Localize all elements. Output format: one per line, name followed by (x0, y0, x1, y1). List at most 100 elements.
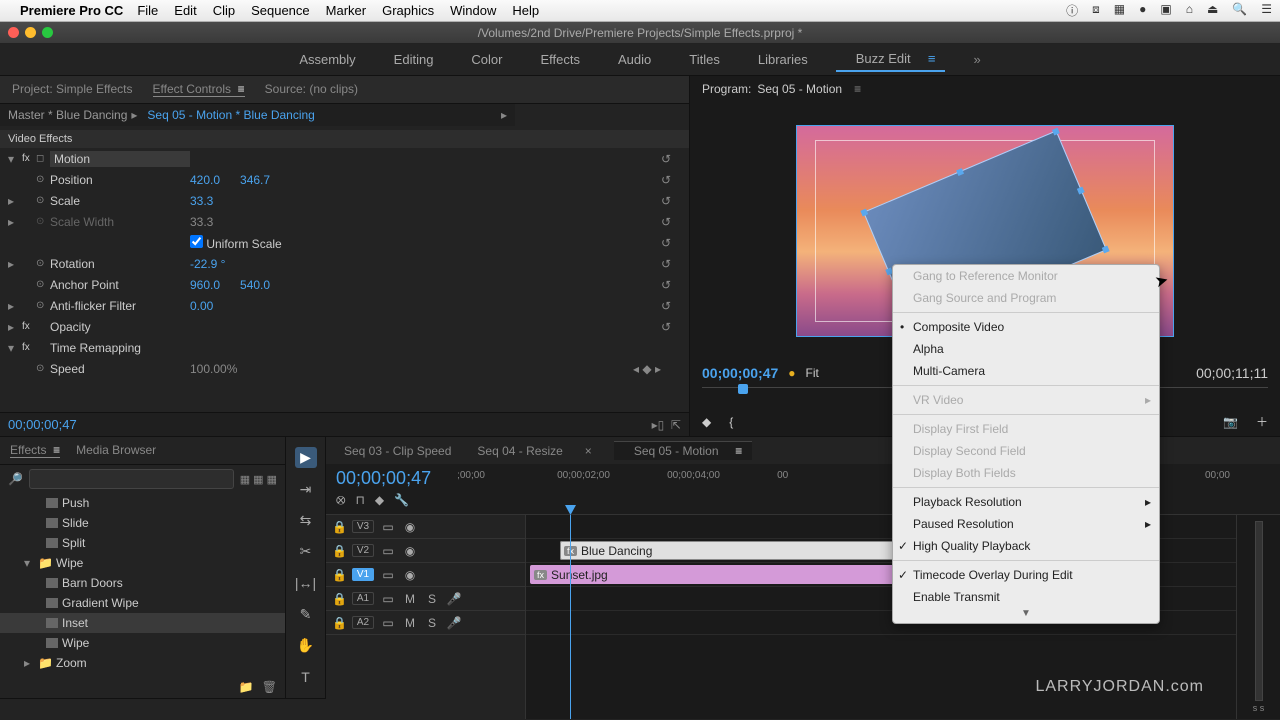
track-v3-header[interactable]: 🔒 V3 ▭ ◉ (326, 515, 525, 539)
ripple-tool[interactable]: ⇆ (295, 510, 317, 531)
menu-paused-resolution[interactable]: Paused Resolution (893, 513, 1159, 535)
track-a1-header[interactable]: 🔒 A1 ▭ M S 🎤 (326, 587, 525, 611)
menu-high-quality[interactable]: High Quality Playback (893, 535, 1159, 557)
mic-icon[interactable]: 🎤 (446, 616, 462, 630)
track-select-tool[interactable]: ⇥ (295, 478, 317, 499)
program-timecode-left[interactable]: 00;00;00;47 (702, 365, 778, 381)
toggle-output-icon[interactable]: ▭ (380, 568, 396, 582)
trash-icon[interactable]: 🗑 (262, 680, 277, 694)
ws-effects[interactable]: Effects (531, 48, 591, 71)
seq-tab-05[interactable]: Seq 05 - Motion ≡ (614, 441, 752, 460)
ec-current-timecode[interactable]: 00;00;00;47 (8, 417, 77, 432)
solo-icon[interactable]: S (424, 616, 440, 630)
track-a2-header[interactable]: 🔒 A2 ▭ M S 🎤 (326, 611, 525, 635)
ws-audio[interactable]: Audio (608, 48, 661, 71)
wrench-icon[interactable]: 🔧 (394, 493, 409, 508)
eye-icon[interactable]: ◉ (402, 568, 418, 582)
effects-filter-icons[interactable]: ▦ ▦ ▦ (240, 473, 277, 486)
slip-tool[interactable]: |↔| (295, 573, 317, 594)
anchor-y[interactable]: 540.0 (240, 278, 270, 292)
lock-icon[interactable]: 🔒 (332, 544, 346, 558)
dot-icon[interactable]: ● (1139, 2, 1146, 19)
menu-enable-transmit[interactable]: Enable Transmit (893, 586, 1159, 608)
menu-alpha[interactable]: Alpha (893, 338, 1159, 360)
display-icon[interactable]: ▦ (1114, 2, 1125, 19)
fx-wipe[interactable]: Wipe (0, 633, 285, 653)
eye-icon[interactable]: ◉ (402, 544, 418, 558)
seq-tab-03[interactable]: Seq 03 - Clip Speed (334, 442, 461, 460)
menu-marker[interactable]: Marker (326, 3, 366, 18)
link-icon[interactable]: ⊓ (356, 493, 365, 508)
ws-editing[interactable]: Editing (384, 48, 444, 71)
menu-composite-video[interactable]: Composite Video (893, 316, 1159, 338)
uniform-scale-checkbox[interactable] (190, 235, 203, 248)
record-icon[interactable]: ▣ (1160, 2, 1171, 19)
zoom-button[interactable] (42, 27, 53, 38)
folder-wipe[interactable]: ▾📁Wipe (0, 553, 285, 573)
prop-antiflicker[interactable]: ▸⊙ Anti-flicker Filter 0.00 ↺ (0, 295, 689, 316)
toggle-output-icon[interactable]: ▭ (380, 520, 396, 534)
menu-scroll-indicator[interactable]: ▼ (893, 608, 1159, 623)
prop-uniform-scale[interactable]: Uniform Scale ↺ (0, 232, 689, 253)
tab-source[interactable]: Source: (no clips) (265, 82, 358, 97)
airplay-icon[interactable]: ⌂ (1186, 2, 1193, 19)
menu-timecode-overlay[interactable]: Timecode Overlay During Edit (893, 564, 1159, 586)
track-a1-tag[interactable]: A1 (352, 592, 374, 605)
track-v3-tag[interactable]: V3 (352, 520, 374, 533)
hand-tool[interactable]: ✋ (295, 635, 317, 656)
program-playhead[interactable] (738, 384, 748, 394)
menu-multicamera[interactable]: Multi-Camera (893, 360, 1159, 382)
ws-overflow-icon[interactable]: » (963, 48, 990, 71)
track-v1-tag[interactable]: V1 (352, 568, 374, 581)
ec-goto-icon[interactable]: ▸ (501, 108, 507, 122)
menu-graphics[interactable]: Graphics (382, 3, 434, 18)
ws-titles[interactable]: Titles (679, 48, 730, 71)
scale-v[interactable]: 33.3 (190, 194, 213, 208)
reset-icon[interactable]: ↺ (661, 194, 671, 208)
app-name[interactable]: Premiere Pro CC (20, 3, 123, 18)
position-y[interactable]: 346.7 (240, 173, 270, 187)
handle-t[interactable] (956, 168, 964, 176)
list-icon[interactable]: ☰ (1261, 2, 1272, 19)
ec-master-label[interactable]: Master * Blue Dancing (8, 108, 127, 122)
selection-tool[interactable]: ▶ (295, 447, 317, 468)
ws-libraries[interactable]: Libraries (748, 48, 818, 71)
search-icon[interactable]: 🔍 (1232, 2, 1247, 19)
track-v2-header[interactable]: 🔒 V2 ▭ ◉ (326, 539, 525, 563)
razor-tool[interactable]: ✂ (295, 541, 317, 562)
program-sequence-name[interactable]: Seq 05 - Motion (757, 82, 842, 96)
toggle-output-icon[interactable]: ▭ (380, 616, 396, 630)
fx-motion-row[interactable]: ▾fx◻ Motion ↺ (0, 148, 689, 169)
tab-media-browser[interactable]: Media Browser (76, 443, 156, 458)
prop-position[interactable]: ⊙ Position 420.0346.7 ↺ (0, 169, 689, 190)
info-icon[interactable]: ⓘ (1066, 2, 1078, 19)
snap-icon[interactable]: ⭙ (336, 493, 346, 508)
type-tool[interactable]: T (295, 667, 317, 688)
program-menu-icon[interactable]: ≡ (854, 82, 861, 96)
tab-project[interactable]: Project: Simple Effects (12, 82, 133, 97)
reset-icon[interactable]: ↺ (661, 236, 671, 250)
ws-color[interactable]: Color (461, 48, 512, 71)
fx-inset[interactable]: Inset (0, 613, 285, 633)
new-bin-icon[interactable]: 📁 (239, 680, 254, 694)
reset-icon[interactable]: ↺ (661, 152, 671, 166)
anchor-x[interactable]: 960.0 (190, 278, 220, 292)
fx-split[interactable]: Split (0, 533, 285, 553)
dropbox-icon[interactable]: ⧈ (1092, 2, 1100, 19)
seq-tab-04[interactable]: Seq 04 - Resize (467, 442, 572, 460)
lock-icon[interactable]: 🔒 (332, 616, 346, 630)
tab-effects[interactable]: Effects ≡ (10, 443, 60, 458)
menu-help[interactable]: Help (512, 3, 539, 18)
timeline-timecode[interactable]: 00;00;00;47 (336, 468, 431, 489)
reset-icon[interactable]: ↺ (661, 299, 671, 313)
program-timecode-right[interactable]: 00;00;11;11 (1196, 365, 1268, 381)
fx-gradient-wipe[interactable]: Gradient Wipe (0, 593, 285, 613)
ec-sequence-label[interactable]: Seq 05 - Motion * Blue Dancing (147, 108, 314, 122)
close-button[interactable] (8, 27, 19, 38)
prop-scale[interactable]: ▸⊙ Scale 33.3 ↺ (0, 190, 689, 211)
mark-in-icon[interactable]: ◆ (702, 415, 711, 429)
toggle-output-icon[interactable]: ▭ (380, 592, 396, 606)
timeline-playhead[interactable] (570, 515, 571, 719)
lock-icon[interactable]: 🔒 (332, 520, 346, 534)
prop-anchor[interactable]: ⊙ Anchor Point 960.0540.0 ↺ (0, 274, 689, 295)
